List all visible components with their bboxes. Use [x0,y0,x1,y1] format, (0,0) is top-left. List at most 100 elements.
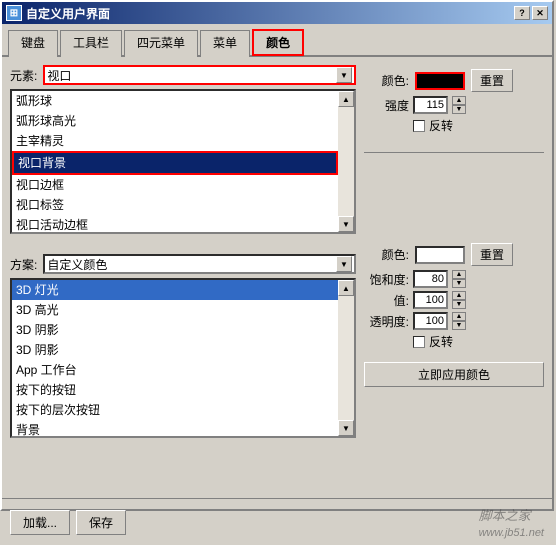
bottom-section: 方案: 自定义颜色 ▼ 3D 灯光 3D 高光 3D 阴影 3D 阴影 App … [10,254,356,438]
tab-toolbar[interactable]: 工具栏 [60,30,122,57]
list-item[interactable]: 视口标签 [12,195,338,215]
right-panel: 颜色: 重置 强度 ▲ ▼ 反转 [364,65,544,490]
bottom-buttons: 加载... 保存 脚本之家www.jb51.net [2,498,552,545]
value-spinner-btns: ▲ ▼ [452,291,466,309]
value-up-btn[interactable]: ▲ [452,291,466,300]
scroll-up-btn2[interactable]: ▲ [338,280,354,296]
list-item[interactable]: 3D 高光 [12,300,338,320]
tab-bar: 键盘 工具栏 四元菜单 菜单 颜色 [2,24,552,57]
value-down-btn[interactable]: ▼ [452,300,466,309]
element-listbox-scrollbar[interactable]: ▲ ▼ [338,91,354,232]
invert-row-top: 反转 [413,117,544,134]
scroll-down-btn2[interactable]: ▼ [338,420,354,436]
scheme-listbox-inner: 3D 灯光 3D 高光 3D 阴影 3D 阴影 App 工作台 按下的按钮 按下… [12,280,338,436]
list-item[interactable]: 弧形球高光 [12,111,338,131]
element-dropdown[interactable]: 视口 ▼ [43,65,356,85]
invert-checkbox-bottom[interactable] [413,336,425,348]
invert-label-top: 反转 [429,117,453,134]
title-bar-left: ⊞ 自定义用户界面 [6,5,110,22]
scheme-dropdown[interactable]: 自定义颜色 ▼ [43,254,356,274]
element-listbox-wrapper: 弧形球 弧形球高光 主宰精灵 视口背景 视口边框 视口标签 视口活动边框 视口剪… [10,89,356,234]
list-item[interactable]: 3D 阴影 [12,340,338,360]
help-button[interactable]: ? [514,6,530,20]
list-item[interactable]: 背景 [12,420,338,436]
color-swatch-top[interactable] [415,72,465,90]
scheme-row: 方案: 自定义颜色 ▼ [10,254,356,274]
strength-input[interactable] [413,96,448,114]
value-row: 值: ▲ ▼ [364,291,544,309]
saturation-up-btn[interactable]: ▲ [452,270,466,279]
list-item[interactable]: 视口边框 [12,175,338,195]
element-dropdown-arrow[interactable]: ▼ [336,67,352,83]
color-label-top: 颜色: [364,72,409,89]
transparency-spinner-btns: ▲ ▼ [452,312,466,330]
window-title: 自定义用户界面 [26,5,110,22]
transparency-row: 透明度: ▲ ▼ [364,312,544,330]
scheme-label: 方案: [10,256,37,273]
left-panel: 元素: 视口 ▼ 弧形球 弧形球高光 主宰精灵 视口背景 视口边框 视口标签 [10,65,356,490]
element-label: 元素: [10,67,37,84]
list-item[interactable]: 弧形球 [12,91,338,111]
transparency-input[interactable] [413,312,448,330]
save-button[interactable]: 保存 [76,510,126,535]
top-color-controls: 颜色: 重置 强度 ▲ ▼ 反转 [364,69,544,138]
scheme-listbox-scrollbar[interactable]: ▲ ▼ [338,280,354,436]
list-item[interactable]: 主宰精灵 [12,131,338,151]
watermark: 脚本之家www.jb51.net [479,505,544,539]
top-section: 元素: 视口 ▼ 弧形球 弧形球高光 主宰精灵 视口背景 视口边框 视口标签 [10,65,356,234]
list-item-selected[interactable]: 视口背景 [12,151,338,175]
strength-spinner-btns: ▲ ▼ [452,96,466,114]
transparency-up-btn[interactable]: ▲ [452,312,466,321]
element-row: 元素: 视口 ▼ [10,65,356,85]
color-row-bottom: 颜色: 重置 [364,243,544,266]
reset-button-bottom[interactable]: 重置 [471,243,513,266]
strength-row: 强度 ▲ ▼ [364,96,544,114]
list-item[interactable]: App 工作台 [12,360,338,380]
close-button[interactable]: ✕ [532,6,548,20]
bottom-color-controls: 颜色: 重置 饱和度: ▲ ▼ 值: ▲ [364,243,544,387]
value-input[interactable] [413,291,448,309]
window-icon: ⊞ [6,5,22,21]
saturation-label: 饱和度: [364,271,409,288]
main-window: ⊞ 自定义用户界面 ? ✕ 键盘 工具栏 四元菜单 菜单 颜色 [0,0,554,511]
strength-label: 强度 [364,97,409,114]
divider [364,152,544,153]
tab-quad-menu[interactable]: 四元菜单 [124,30,198,57]
list-item[interactable]: 视口活动边框 [12,215,338,232]
scheme-value: 自定义颜色 [47,256,107,273]
transparency-down-btn[interactable]: ▼ [452,321,466,330]
saturation-spinner-btns: ▲ ▼ [452,270,466,288]
invert-label-bottom: 反转 [429,333,453,350]
color-swatch-bottom[interactable] [415,246,465,264]
list-item[interactable]: 3D 阴影 [12,320,338,340]
tab-keyboard[interactable]: 键盘 [8,30,58,57]
invert-row-bottom: 反转 [413,333,544,350]
saturation-row: 饱和度: ▲ ▼ [364,270,544,288]
scroll-down-btn[interactable]: ▼ [338,216,354,232]
element-listbox-inner: 弧形球 弧形球高光 主宰精灵 视口背景 视口边框 视口标签 视口活动边框 视口剪… [12,91,338,232]
list-item-selected[interactable]: 3D 灯光 [12,280,338,300]
apply-color-button[interactable]: 立即应用颜色 [364,362,544,387]
list-item[interactable]: 按下的按钮 [12,380,338,400]
strength-up-btn[interactable]: ▲ [452,96,466,105]
scheme-dropdown-arrow[interactable]: ▼ [336,256,352,272]
reset-button-top[interactable]: 重置 [471,69,513,92]
list-item[interactable]: 按下的层次按钮 [12,400,338,420]
transparency-label: 透明度: [364,313,409,330]
color-row-top: 颜色: 重置 [364,69,544,92]
element-value: 视口 [47,67,71,84]
scheme-listbox-wrapper: 3D 灯光 3D 高光 3D 阴影 3D 阴影 App 工作台 按下的按钮 按下… [10,278,356,438]
tab-menu[interactable]: 菜单 [200,30,250,57]
scroll-track [338,107,354,216]
color-label-bottom: 颜色: [364,246,409,263]
scroll-up-btn[interactable]: ▲ [338,91,354,107]
strength-down-btn[interactable]: ▼ [452,105,466,114]
saturation-input[interactable] [413,270,448,288]
title-buttons: ? ✕ [514,6,548,20]
load-button[interactable]: 加载... [10,510,70,535]
tab-color[interactable]: 颜色 [252,29,304,56]
main-content: 元素: 视口 ▼ 弧形球 弧形球高光 主宰精灵 视口背景 视口边框 视口标签 [2,57,552,498]
saturation-down-btn[interactable]: ▼ [452,279,466,288]
title-bar: ⊞ 自定义用户界面 ? ✕ [2,2,552,24]
invert-checkbox-top[interactable] [413,120,425,132]
